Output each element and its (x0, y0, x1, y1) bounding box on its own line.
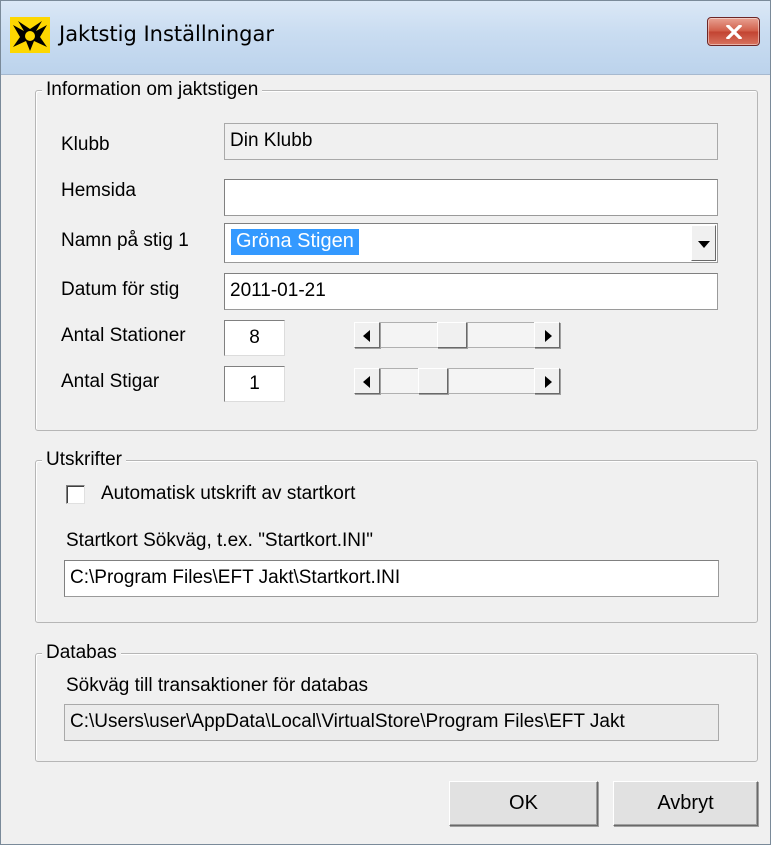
stationer-label: Antal Stationer (61, 325, 186, 346)
window-title: Jaktstig Inställningar (59, 22, 274, 46)
stigar-label: Antal Stigar (61, 371, 160, 392)
app-logo-icon (10, 17, 50, 53)
db-path-label: Sökväg till transaktioner för databas (66, 675, 369, 696)
info-group-legend: Information om jaktstigen (42, 79, 263, 101)
hemsida-label: Hemsida (61, 180, 136, 201)
info-groupbox: Information om jaktstigen Klubb Din Klub… (35, 79, 758, 431)
scroll-left-icon[interactable] (354, 322, 380, 348)
stigar-scroll-thumb[interactable] (418, 368, 448, 394)
db-path-field: C:\Users\user\AppData\Local\VirtualStore… (64, 704, 719, 741)
close-icon (726, 25, 742, 39)
auto-print-checkbox[interactable] (66, 485, 85, 504)
settings-dialog: Jaktstig Inställningar Information om ja… (0, 0, 771, 845)
klubb-field: Din Klubb (224, 123, 718, 160)
datum-label: Datum för stig (61, 279, 180, 300)
dialog-client-area: Information om jaktstigen Klubb Din Klub… (9, 76, 762, 838)
title-bar: Jaktstig Inställningar (1, 1, 770, 75)
stigar-value-box[interactable]: 1 (224, 366, 285, 402)
stationer-value-box[interactable]: 8 (224, 320, 285, 356)
namn-combobox[interactable]: Gröna Stigen (224, 223, 718, 263)
startkort-path-input[interactable]: C:\Program Files\EFT Jakt\Startkort.INI (64, 560, 719, 597)
chevron-down-icon[interactable] (691, 225, 716, 261)
namn-label: Namn på stig 1 (61, 230, 189, 251)
close-button[interactable] (707, 17, 760, 46)
database-group-legend: Databas (42, 642, 121, 664)
scroll-left-icon[interactable] (354, 368, 380, 394)
print-groupbox: Utskrifter Automatisk utskrift av startk… (35, 449, 758, 623)
ok-button[interactable]: OK (449, 781, 598, 826)
startkort-path-label: Startkort Sökväg, t.ex. "Startkort.INI" (66, 530, 374, 551)
klubb-label: Klubb (61, 134, 110, 155)
scroll-right-icon[interactable] (534, 368, 560, 394)
datum-input[interactable]: 2011-01-21 (224, 273, 718, 310)
namn-selected-value: Gröna Stigen (231, 229, 359, 255)
auto-print-label[interactable]: Automatisk utskrift av startkort (101, 483, 355, 505)
database-groupbox: Databas Sökväg till transaktioner för da… (35, 642, 758, 762)
stationer-scroll-thumb[interactable] (437, 322, 467, 348)
hemsida-input[interactable] (224, 179, 718, 216)
scroll-right-icon[interactable] (534, 322, 560, 348)
stationer-scrollbar[interactable] (354, 322, 560, 348)
stigar-scrollbar[interactable] (354, 368, 560, 394)
print-group-legend: Utskrifter (42, 449, 126, 471)
cancel-button[interactable]: Avbryt (613, 781, 758, 826)
